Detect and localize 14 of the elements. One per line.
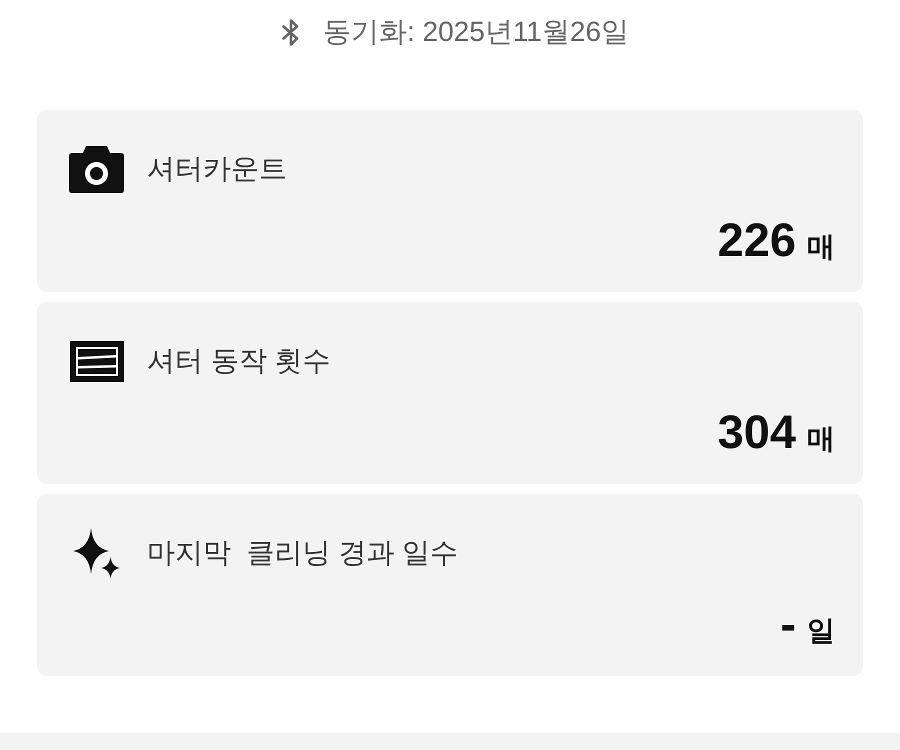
camera-icon: [69, 145, 124, 193]
card-label: 마지막 클리닝 경과 일수: [147, 536, 458, 570]
stat-value: 226: [718, 215, 796, 265]
stat-unit: 일: [807, 614, 835, 648]
stat-unit: 매: [807, 422, 835, 456]
card-label: 셔터 동작 횟수: [147, 344, 331, 378]
stat-value: -: [780, 599, 796, 649]
card-label: 셔터카운트: [147, 152, 287, 186]
bluetooth-icon: [280, 18, 301, 46]
stat-unit: 매: [807, 230, 835, 264]
sparkle-icon: [73, 528, 120, 578]
shutter-curtain-icon: [70, 340, 124, 382]
stat-value: 304: [718, 407, 796, 457]
sync-date-text: 동기화: 2025년11월26일: [322, 15, 630, 49]
